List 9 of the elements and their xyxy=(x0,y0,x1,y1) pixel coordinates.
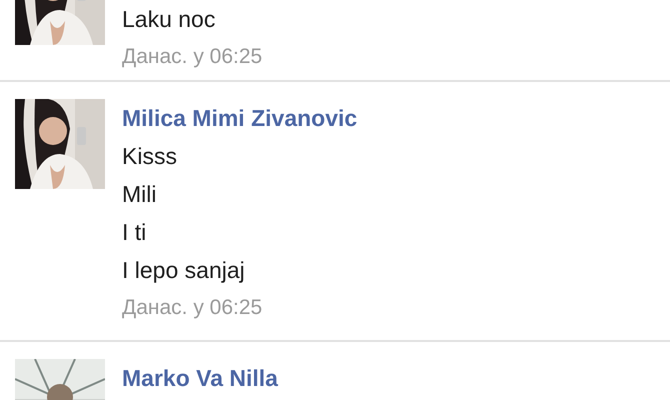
timestamp: Данас. у 06:25 xyxy=(122,44,262,70)
timestamp: Данас. у 06:25 xyxy=(122,295,264,321)
message-text: Kisss xyxy=(122,142,178,171)
message-text: I ti xyxy=(122,218,148,247)
message-text: I lepo sanjaj xyxy=(122,256,246,285)
message-text: Laku noc xyxy=(122,5,216,34)
message-text: Mili xyxy=(122,180,158,209)
author-name[interactable]: Milica Mimi Zivanovic xyxy=(122,99,358,137)
author-name[interactable]: Marko Va Nilla xyxy=(122,359,278,397)
